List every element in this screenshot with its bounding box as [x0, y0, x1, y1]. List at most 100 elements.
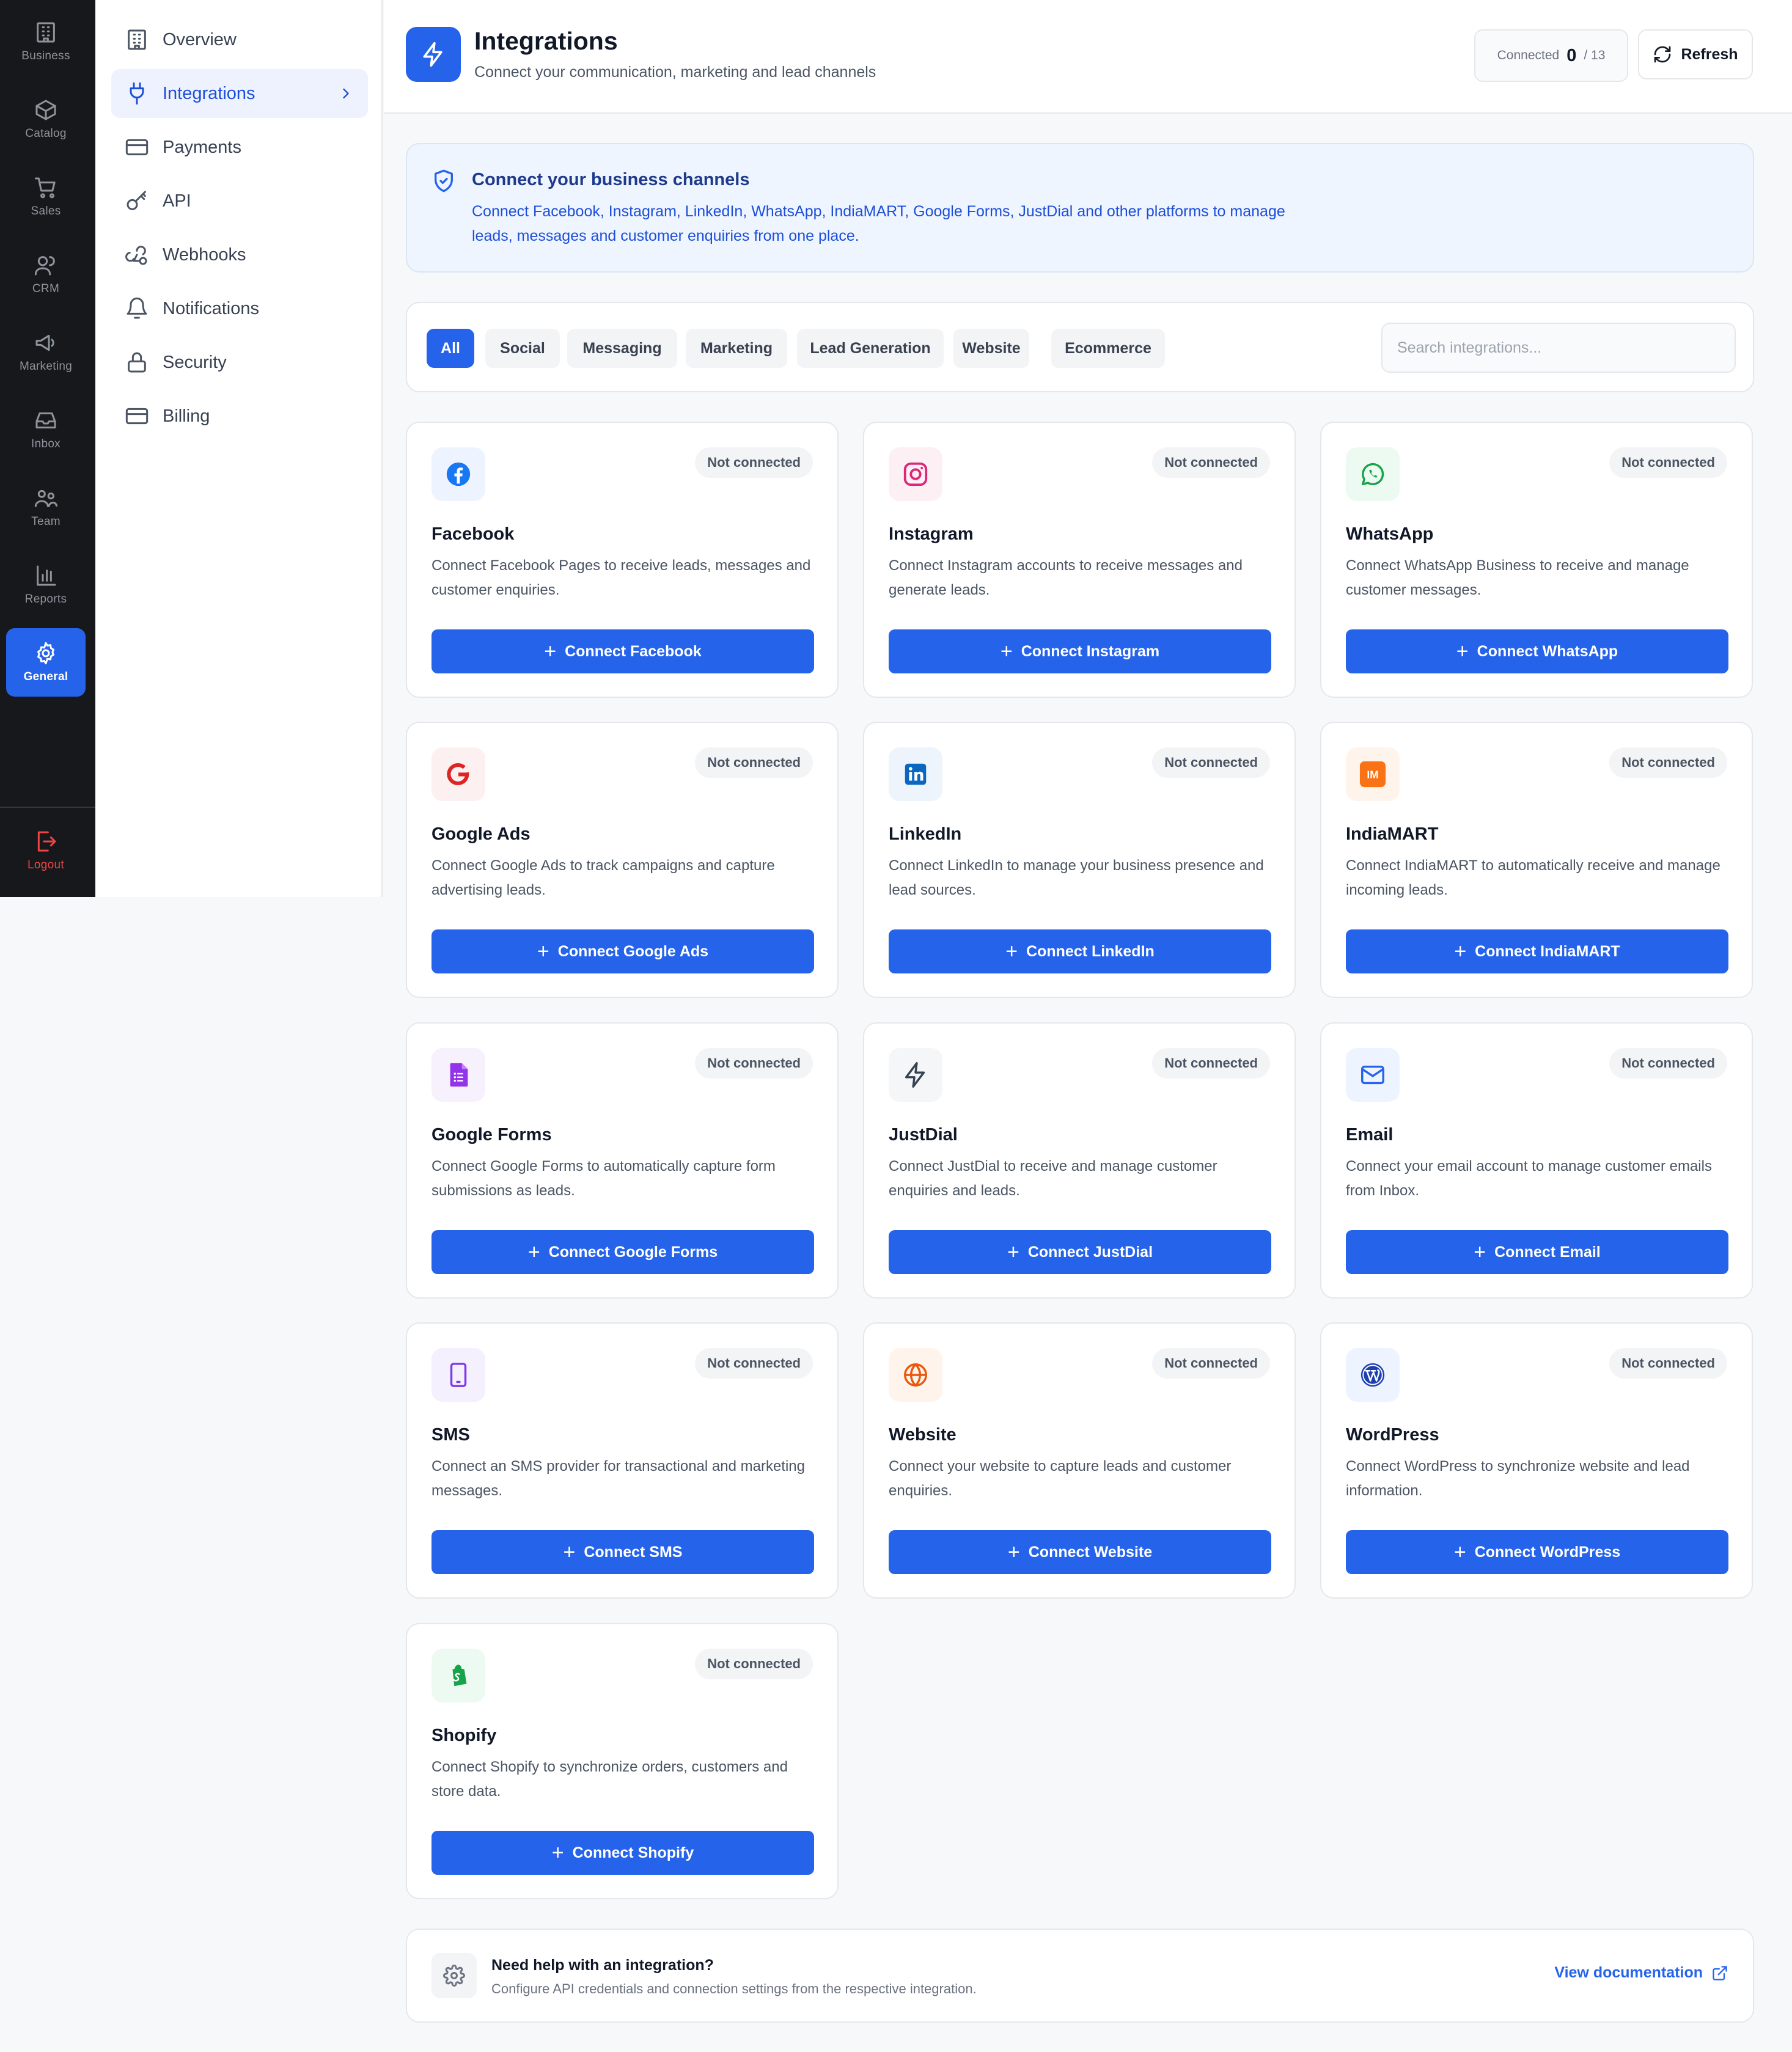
connect-google-forms-button[interactable]: + Connect Google Forms	[431, 1230, 814, 1274]
plus-icon: +	[537, 940, 549, 963]
sidebar-item-security[interactable]: Security	[111, 338, 368, 387]
integration-name: Google Forms	[431, 1125, 552, 1145]
webhook-icon	[125, 246, 147, 265]
sidebar-item-webhooks[interactable]: Webhooks	[111, 230, 368, 279]
logout-button[interactable]: Logout	[6, 816, 86, 885]
integration-description: Connect WhatsApp Business to receive and…	[1346, 557, 1689, 598]
info-banner: Connect your business channels Connect F…	[406, 143, 1754, 273]
rail-item-general[interactable]: General	[6, 628, 86, 697]
box-icon	[35, 100, 56, 120]
bar-chart-icon	[37, 565, 56, 586]
connect-website-button[interactable]: + Connect Website	[889, 1530, 1271, 1574]
filter-chip-all[interactable]: All	[427, 329, 474, 368]
bell-icon	[127, 297, 147, 319]
plus-icon: +	[1005, 940, 1018, 963]
rail-item-business[interactable]: Business	[6, 7, 86, 76]
wordpress-icon	[1346, 1348, 1400, 1402]
rail-item-catalog[interactable]: Catalog	[6, 85, 86, 153]
sidebar-item-payments[interactable]: Payments	[111, 123, 368, 172]
sidebar-item-billing[interactable]: Billing	[111, 392, 368, 441]
sidebar-item-integrations[interactable]: Integrations	[111, 69, 368, 118]
integration-card-google-forms: Not connected Google Forms Connect Google …	[406, 1022, 839, 1299]
plus-icon: +	[1007, 1240, 1019, 1264]
connect-email-button[interactable]: + Connect Email	[1346, 1230, 1728, 1274]
connect-justdial-button[interactable]: + Connect JustDial	[889, 1230, 1271, 1274]
sidebar-item-label: Overview	[163, 29, 237, 49]
plug-icon	[130, 82, 144, 105]
status-badge: Not connected	[1152, 447, 1270, 478]
cart-icon	[34, 177, 56, 199]
gear-icon	[37, 642, 54, 665]
connect-facebook-button[interactable]: + Connect Facebook	[431, 629, 814, 673]
whatsapp-icon	[1346, 447, 1400, 501]
filter-chip-lead-generation[interactable]: Lead Generation	[797, 329, 944, 368]
connect-button-label: Connect Shopify	[572, 1844, 694, 1861]
globe-icon	[889, 1348, 942, 1402]
plus-icon: +	[1007, 1541, 1020, 1564]
status-badge: Not connected	[695, 1649, 813, 1679]
filter-chip-marketing[interactable]: Marketing	[686, 329, 787, 368]
integration-card-wordpress: Not connected WordPress Connect WordPress …	[1320, 1322, 1753, 1599]
rail-item-sales[interactable]: Sales	[6, 163, 86, 231]
connect-whatsapp-button[interactable]: + Connect WhatsApp	[1346, 629, 1728, 673]
search-input[interactable]	[1381, 323, 1736, 373]
connect-shopify-button[interactable]: + Connect Shopify	[431, 1831, 814, 1875]
connect-button-label: Connect Instagram	[1021, 642, 1160, 660]
rail-item-label: Sales	[31, 205, 61, 218]
integration-name: JustDial	[889, 1125, 958, 1145]
integration-description: Connect an SMS provider for transactiona…	[431, 1458, 805, 1499]
integration-card-website: Not connected Website Connect your website…	[863, 1322, 1296, 1599]
sidebar-item-overview[interactable]: Overview	[111, 15, 368, 64]
plus-icon: +	[551, 1841, 564, 1864]
rail-item-label: Team	[31, 515, 61, 528]
connect-button-label: Connect SMS	[584, 1543, 683, 1561]
integration-card-linkedin: Not connected LinkedIn Connect LinkedIn to…	[863, 722, 1296, 998]
status-badge: Not connected	[695, 1048, 813, 1079]
integration-card-sms: Not connected SMS Connect an SMS provider …	[406, 1322, 839, 1599]
filter-chip-ecommerce[interactable]: Ecommerce	[1051, 329, 1165, 368]
filter-chip-messaging[interactable]: Messaging	[567, 329, 677, 368]
sidebar-item-notifications[interactable]: Notifications	[111, 284, 368, 333]
logout-icon	[37, 831, 56, 852]
connect-linkedin-button[interactable]: + Connect LinkedIn	[889, 929, 1271, 973]
gear-icon	[431, 1953, 477, 1998]
filter-chip-website[interactable]: Website	[953, 329, 1029, 368]
status-badge: Not connected	[1152, 1048, 1270, 1079]
sidebar-item-api[interactable]: API	[111, 177, 368, 225]
external-link-icon	[1713, 1965, 1727, 1981]
integration-description: Connect IndiaMART to automatically recei…	[1346, 857, 1720, 898]
integration-description: Connect your email account to manage cus…	[1346, 1158, 1712, 1199]
help-title: Need help with an integration?	[491, 1957, 714, 1974]
status-badge: Not connected	[695, 1348, 813, 1379]
connect-google-ads-button[interactable]: + Connect Google Ads	[431, 929, 814, 973]
connect-sms-button[interactable]: + Connect SMS	[431, 1530, 814, 1574]
plus-icon: +	[1000, 640, 1013, 663]
card-icon	[125, 139, 149, 156]
status-badge: Not connected	[1609, 1348, 1727, 1379]
rail-item-label: Reports	[24, 593, 67, 606]
integration-name: Website	[889, 1425, 957, 1445]
banner-description: Connect Facebook, Instagram, LinkedIn, W…	[472, 203, 1285, 244]
help-description: Configure API credentials and connection…	[491, 1981, 977, 1996]
rail-item-crm[interactable]: CRM	[6, 240, 86, 309]
connect-instagram-button[interactable]: + Connect Instagram	[889, 629, 1271, 673]
connect-indiamart-button[interactable]: + Connect IndiaMART	[1346, 929, 1728, 973]
rail-item-marketing[interactable]: Marketing	[6, 318, 86, 386]
integration-name: Facebook	[431, 524, 515, 544]
integration-name: Instagram	[889, 524, 974, 544]
refresh-button[interactable]: Refresh	[1638, 29, 1753, 79]
google-forms-icon	[431, 1048, 485, 1102]
sidebar-item-label: API	[163, 191, 191, 211]
connect-wordpress-button[interactable]: + Connect WordPress	[1346, 1530, 1728, 1574]
plus-icon: +	[1453, 1541, 1466, 1564]
rail-item-team[interactable]: Team	[6, 473, 86, 541]
filter-chip-social[interactable]: Social	[485, 329, 560, 368]
view-documentation-link[interactable]: View documentation	[1554, 1964, 1728, 1982]
lightning-icon	[889, 1048, 942, 1102]
integration-card-instagram: Not connected Instagram Connect Instagram …	[863, 422, 1296, 698]
rail-item-reports[interactable]: Reports	[6, 551, 86, 619]
rail-item-inbox[interactable]: Inbox	[6, 395, 86, 464]
integration-description: Connect Facebook Pages to receive leads,…	[431, 557, 811, 598]
integration-description: Connect Google Forms to automatically ca…	[431, 1158, 776, 1199]
integration-card-whatsapp: Not connected WhatsApp Connect WhatsApp Bu…	[1320, 422, 1753, 698]
